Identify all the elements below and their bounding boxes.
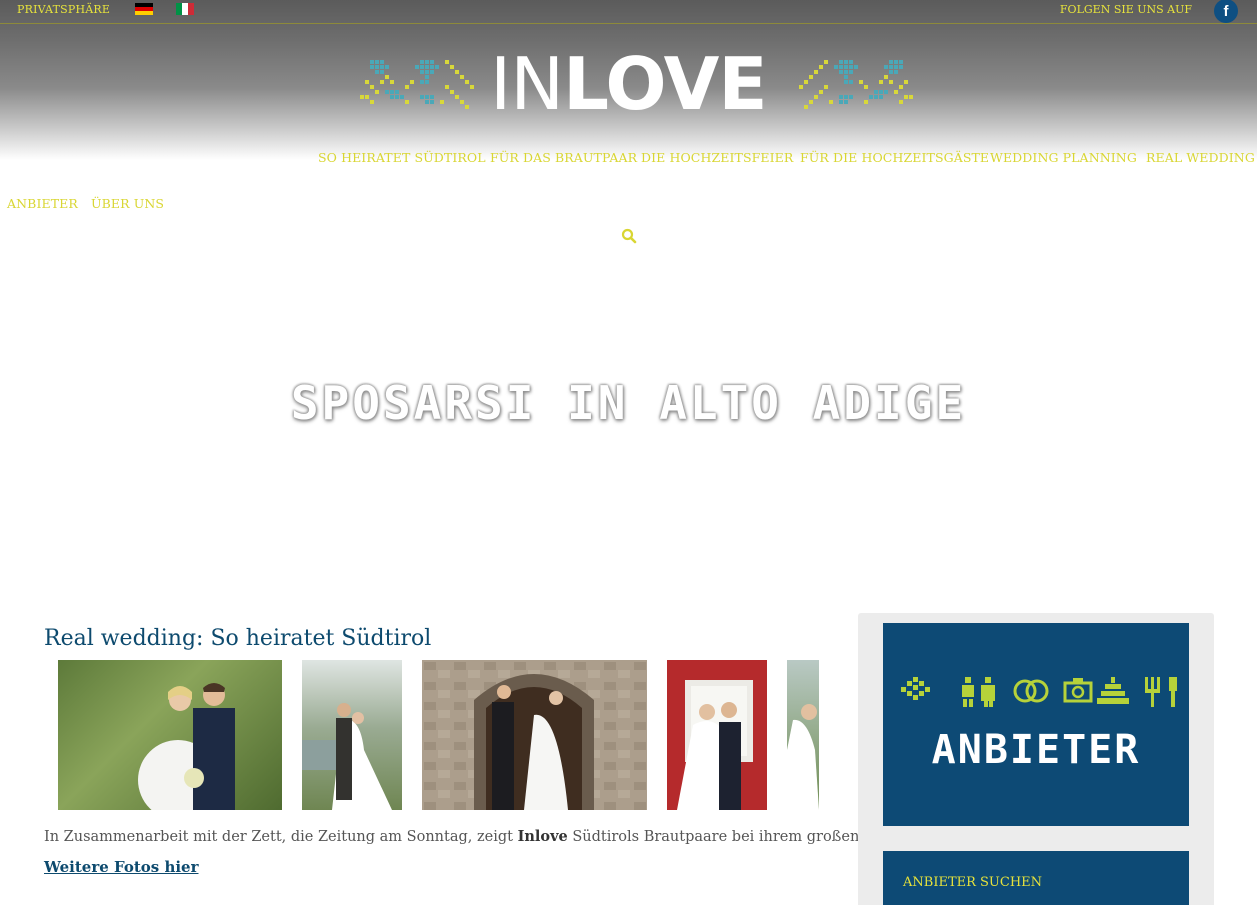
it-flag-icon[interactable] <box>176 3 194 15</box>
hero-title: SPOSARSI IN ALTO ADIGE <box>290 376 967 430</box>
nav-item-real-wedding[interactable]: REAL WEDDING <box>1146 150 1255 165</box>
nav-item-ueber-uns[interactable]: ÜBER UNS <box>91 196 164 211</box>
nav-item-die-hochzeitsfeier[interactable]: DIE HOCHZEITSFEIER <box>641 150 793 165</box>
top-bar: PRIVATSPHÄRE FOLGEN SIE UNS AUF f <box>0 0 1257 24</box>
cross-stitch-ornament-right-icon <box>799 60 913 109</box>
photo-gallery[interactable] <box>58 660 819 810</box>
site-logo[interactable]: INLOVE <box>360 42 913 126</box>
nav-item-so-heiratet-suedtirol[interactable]: SO HEIRATET SÜDTIROL <box>318 150 486 165</box>
privacy-link[interactable]: PRIVATSPHÄRE <box>17 3 110 16</box>
vendor-search-box[interactable]: ANBIETER SUCHEN <box>883 851 1189 905</box>
gallery-photo[interactable] <box>422 660 647 810</box>
vendor-banner-title: ANBIETER <box>931 727 1141 773</box>
gallery-photo[interactable] <box>302 660 402 810</box>
vendor-search-label: ANBIETER SUCHEN <box>903 875 1043 890</box>
nav-item-anbieter[interactable]: ANBIETER <box>7 196 78 211</box>
nav-item-wedding-planning[interactable]: WEDDING PLANNING <box>990 150 1137 165</box>
article-title[interactable]: Real wedding: So heiratet Südtirol <box>44 626 431 651</box>
follow-us-label: FOLGEN SIE UNS AUF <box>1059 3 1192 16</box>
search-icon[interactable] <box>621 228 637 244</box>
wedding-icons-row-icon <box>901 677 1177 707</box>
article-teaser: In Zusammenarbeit mit der Zett, die Zeit… <box>44 828 897 845</box>
logo-wordmark: INLOVE <box>490 42 768 126</box>
gallery-photo[interactable] <box>787 660 819 810</box>
gallery-photo[interactable] <box>667 660 767 810</box>
facebook-icon[interactable]: f <box>1214 0 1238 23</box>
nav-item-fuer-die-hochzeitsgaeste[interactable]: FÜR DIE HOCHZEITSGÄSTE <box>800 150 989 165</box>
more-photos-link[interactable]: Weitere Fotos hier <box>44 858 199 876</box>
nav-item-fuer-das-brautpaar[interactable]: FÜR DAS BRAUTPAAR <box>490 150 637 165</box>
de-flag-icon[interactable] <box>135 3 153 15</box>
cross-stitch-ornament-left-icon <box>360 60 474 109</box>
vendor-banner[interactable]: ANBIETER <box>883 623 1189 826</box>
gallery-photo[interactable] <box>58 660 282 810</box>
